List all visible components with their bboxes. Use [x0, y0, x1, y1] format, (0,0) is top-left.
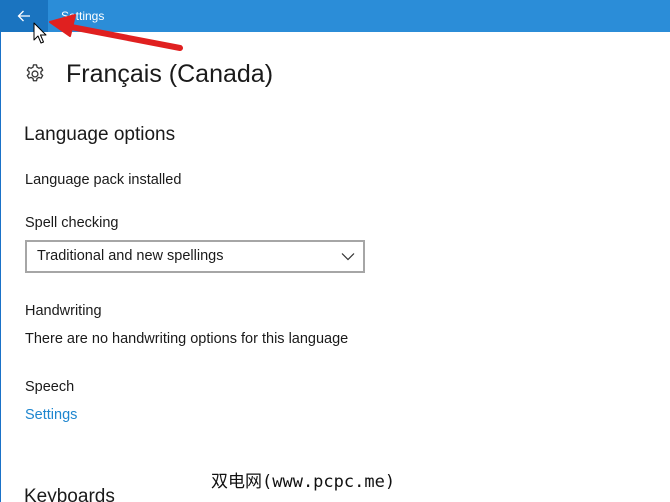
handwriting-label: Handwriting: [25, 303, 102, 319]
back-arrow-icon: [17, 10, 30, 22]
keyboards-heading: Keyboards: [24, 486, 115, 502]
speech-settings-link[interactable]: Settings: [25, 406, 77, 424]
speech-label: Speech: [25, 379, 75, 395]
language-pack-status: Language pack installed: [25, 172, 182, 188]
language-options-heading: Language options: [24, 124, 176, 145]
spell-checking-label: Spell checking: [25, 215, 119, 231]
window-left-border: [0, 32, 1, 502]
chevron-down-icon: [341, 253, 355, 261]
spell-checking-selected-value: Traditional and new spellings: [37, 248, 224, 264]
back-button[interactable]: [0, 0, 48, 32]
spell-checking-dropdown[interactable]: Traditional and new spellings: [25, 240, 365, 273]
page-title: Français (Canada): [66, 59, 274, 88]
gear-icon: [26, 64, 44, 82]
settings-window: Settings Français (Canada) Language opti…: [0, 0, 670, 502]
page-header: Français (Canada): [24, 56, 273, 92]
title-bar: Settings: [0, 0, 670, 32]
handwriting-message: There are no handwriting options for thi…: [25, 331, 349, 347]
window-title: Settings: [61, 9, 105, 23]
watermark-text: 双电网(www.pcpc.me): [211, 472, 396, 492]
